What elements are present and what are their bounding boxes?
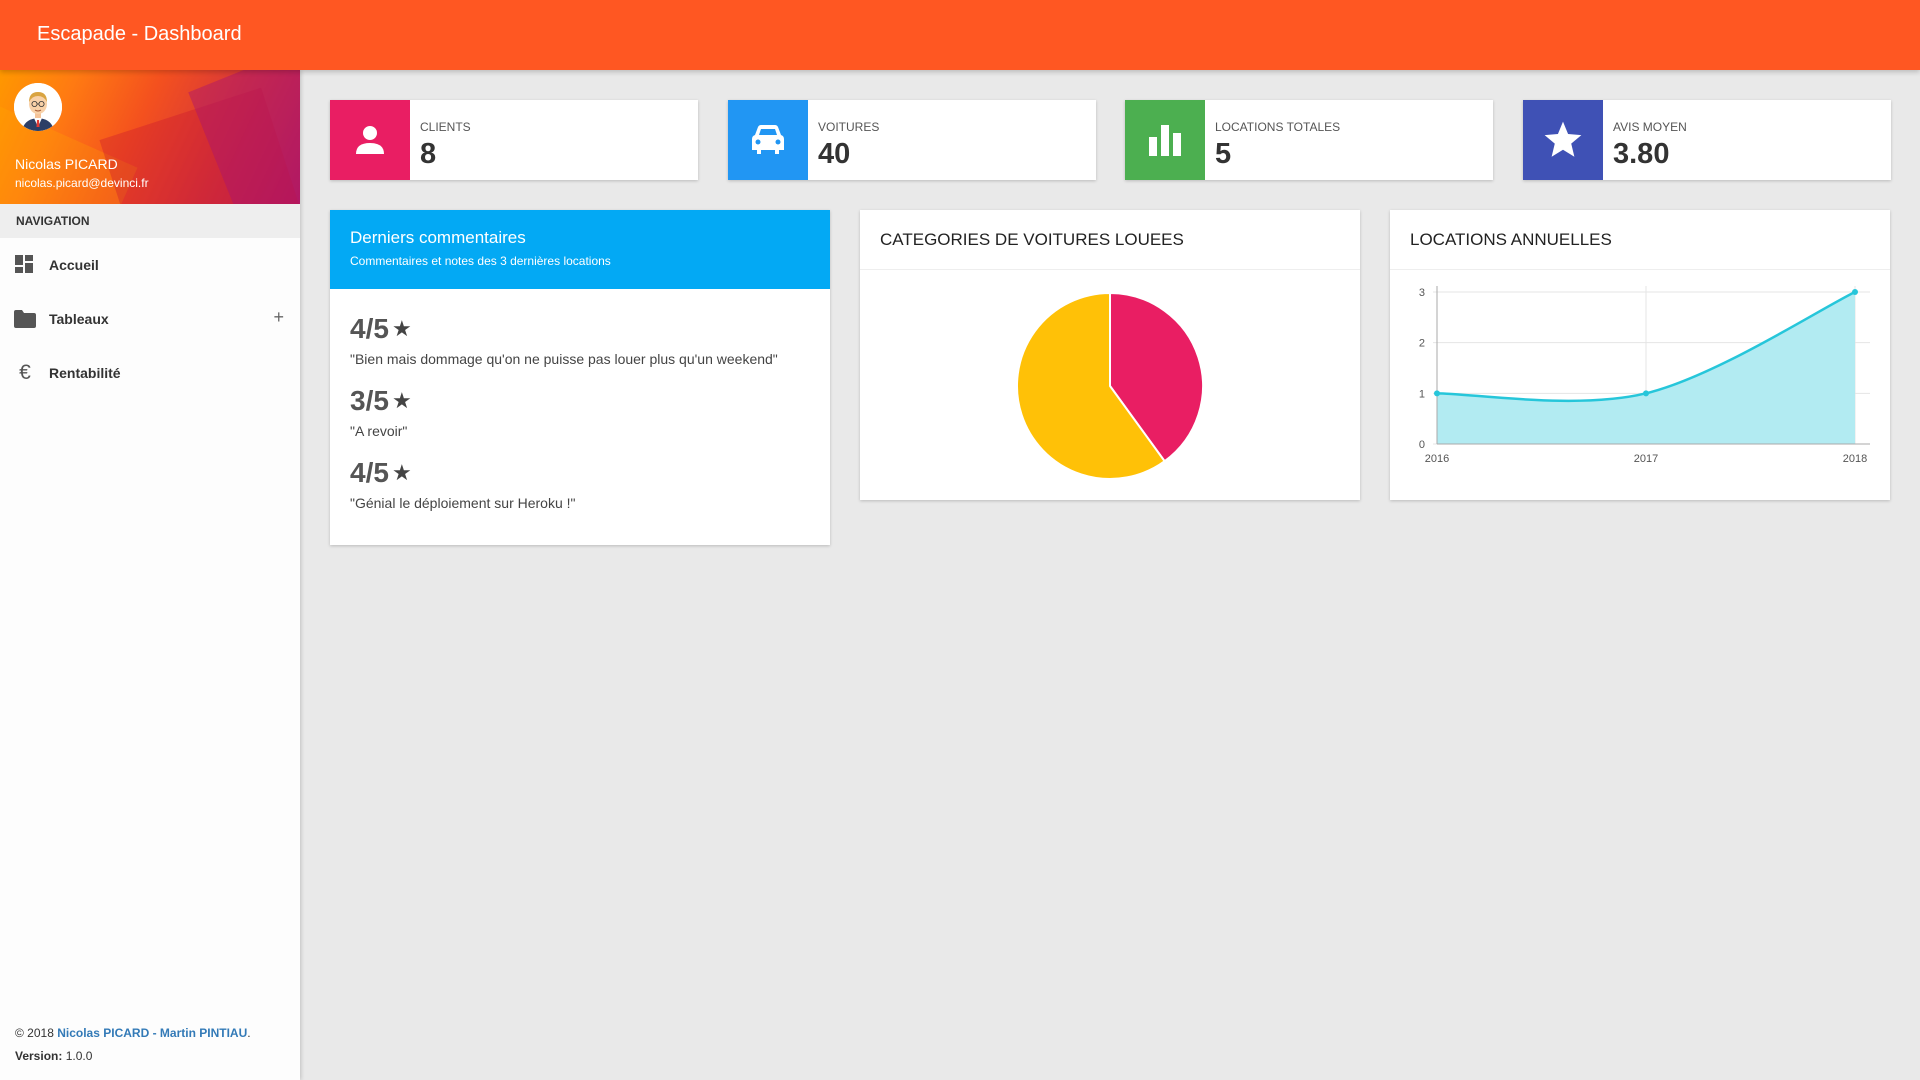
copyright-text: © 2018 [15, 1026, 58, 1040]
comment-rating: 3/5 [350, 385, 389, 416]
stat-value: 3.80 [1613, 138, 1670, 170]
version-label: Version: [15, 1049, 63, 1063]
user-info-panel: Nicolas PICARD nicolas.picard@devinci.fr [0, 70, 300, 204]
comment-rating: 4/5 [350, 457, 389, 488]
y-tick-label: 2 [1419, 338, 1425, 350]
person-icon [330, 100, 410, 180]
top-app-bar: Escapade - Dashboard [0, 0, 1920, 70]
stat-label: CLIENTS [420, 120, 471, 134]
stat-value: 8 [420, 138, 437, 170]
stat-card-voitures: VOITURES 40 [728, 100, 1096, 180]
bar-chart-icon [1125, 100, 1205, 180]
stat-value: 5 [1215, 138, 1232, 170]
comments-header: Derniers commentaires Commentaires et no… [330, 210, 830, 289]
area-chart: 0 1 2 3 2016 2017 2018 [1419, 286, 1870, 465]
comment-item: 4/5 ★ "Bien mais dommage qu'on ne puisse … [350, 313, 778, 367]
comment-text: "A revoir" [350, 423, 408, 439]
period-text: . [247, 1026, 251, 1040]
nav-header: NAVIGATION [0, 204, 300, 238]
version-value: 1.0.0 [62, 1049, 93, 1063]
sidebar-item-label: Rentabilité [49, 365, 121, 381]
comments-title: Derniers commentaires [350, 228, 526, 247]
data-point[interactable] [1434, 390, 1440, 397]
folder-icon [14, 308, 36, 330]
comments-subtitle: Commentaires et notes des 3 dernières lo… [350, 254, 611, 268]
sidebar-item-label: Tableaux [49, 311, 109, 327]
categories-header: CATEGORIES DE VOITURES LOUEES [860, 210, 1360, 270]
stat-card-clients: CLIENTS 8 [330, 100, 698, 180]
comments-panel: Derniers commentaires Commentaires et no… [330, 210, 830, 545]
y-tick-label: 3 [1419, 287, 1425, 299]
x-tick-label: 2018 [1843, 453, 1867, 465]
y-tick-label: 0 [1419, 439, 1425, 451]
comment-item: 4/5 ★ "Génial le déploiement sur Heroku !… [350, 457, 576, 511]
app-title: Escapade - Dashboard [37, 23, 242, 45]
star-icon: ★ [391, 460, 412, 485]
authors-link[interactable]: Nicolas PICARD - Martin PINTIAU [57, 1026, 247, 1040]
star-icon: ★ [391, 388, 412, 413]
stat-label: AVIS MOYEN [1613, 120, 1687, 134]
sidebar-item-accueil[interactable]: Accueil [0, 238, 300, 292]
euro-icon: € [19, 361, 31, 384]
annual-panel: LOCATIONS ANNUELLES 0 1 2 3 2016 2017 2018 [1390, 210, 1890, 500]
stat-card-avis: AVIS MOYEN 3.80 [1523, 100, 1891, 180]
dashboard-icon [14, 254, 36, 276]
annual-title: LOCATIONS ANNUELLES [1410, 230, 1612, 249]
sidebar-item-tableaux[interactable]: Tableaux + [0, 292, 300, 346]
y-tick-label: 1 [1419, 388, 1425, 400]
annual-header: LOCATIONS ANNUELLES [1390, 210, 1890, 270]
user-name: Nicolas PICARD [15, 156, 118, 172]
sidebar: Nicolas PICARD nicolas.picard@devinci.fr… [0, 70, 300, 1080]
star-icon: ★ [391, 316, 412, 341]
x-tick-label: 2017 [1634, 453, 1658, 465]
comment-item: 3/5 ★ "A revoir" [350, 385, 412, 439]
comment-text: "Bien mais dommage qu'on ne puisse pas l… [350, 351, 778, 367]
comment-text: "Génial le déploiement sur Heroku !" [350, 495, 576, 511]
expand-icon[interactable]: + [273, 307, 284, 328]
sidebar-footer: © 2018 Nicolas PICARD - Martin PINTIAU. … [15, 1022, 251, 1068]
stat-label: VOITURES [818, 120, 880, 134]
categories-title: CATEGORIES DE VOITURES LOUEES [880, 230, 1184, 249]
car-icon [728, 100, 808, 180]
stat-value: 40 [818, 138, 851, 170]
avatar[interactable] [14, 83, 62, 131]
data-point[interactable] [1643, 390, 1649, 397]
x-tick-label: 2016 [1425, 453, 1449, 465]
sidebar-item-rentabilite[interactable]: € Rentabilité [0, 346, 300, 400]
categories-panel: CATEGORIES DE VOITURES LOUEES [860, 210, 1360, 500]
pie-chart [1016, 291, 1204, 480]
comment-rating: 4/5 [350, 313, 389, 344]
data-point[interactable] [1852, 289, 1858, 295]
stat-card-locations: LOCATIONS TOTALES 5 [1125, 100, 1493, 180]
star-icon [1523, 100, 1603, 180]
stat-label: LOCATIONS TOTALES [1215, 120, 1341, 134]
user-email: nicolas.picard@devinci.fr [15, 176, 149, 190]
sidebar-item-label: Accueil [49, 257, 99, 273]
